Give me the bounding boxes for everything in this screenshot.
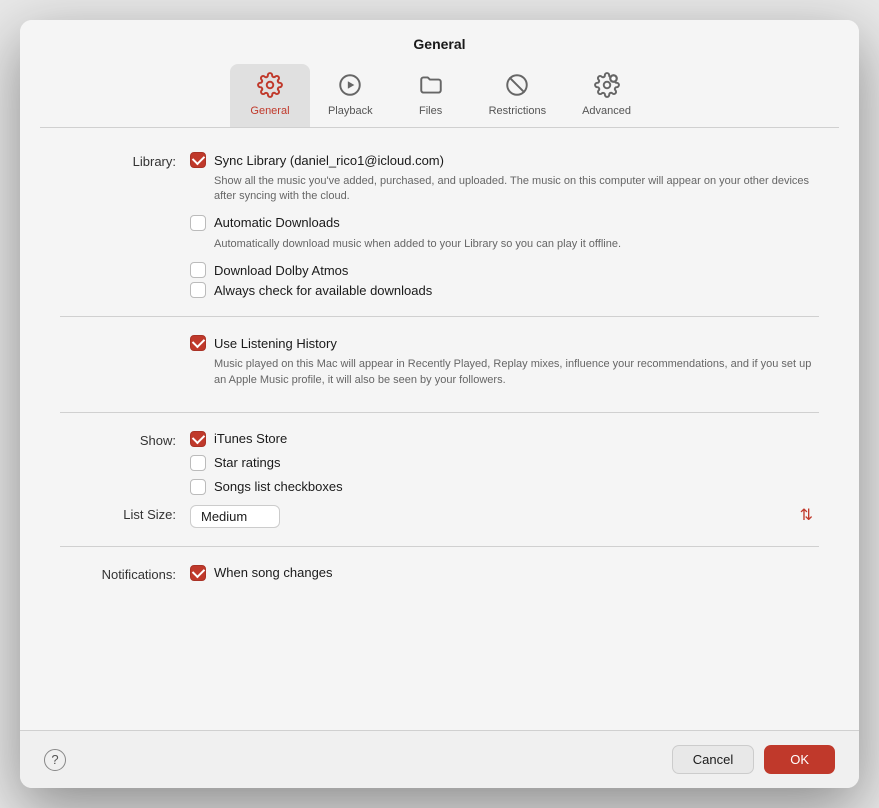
settings-content: Library: Sync Library (daniel_rico1@iclo… <box>20 128 859 730</box>
tab-files[interactable]: Files <box>391 64 471 127</box>
listening-history-text: Use Listening History <box>214 336 337 351</box>
toolbar: General Playback File <box>40 64 839 128</box>
sync-library-row: Sync Library (daniel_rico1@icloud.com) <box>190 152 819 168</box>
tab-playback[interactable]: Playback <box>310 64 391 127</box>
window-title: General <box>40 36 839 52</box>
star-ratings-text: Star ratings <box>214 455 280 470</box>
select-arrow-icon: ⇅ <box>800 508 813 524</box>
listening-history-options: Use Listening History Music played on th… <box>190 335 819 394</box>
show-options: iTunes Store Star ratings Songs list che… <box>190 431 819 495</box>
itunes-store-checkbox[interactable] <box>190 431 206 447</box>
tab-restrictions[interactable]: Restrictions <box>471 64 564 127</box>
auto-downloads-text: Automatic Downloads <box>214 215 340 230</box>
tab-advanced[interactable]: Advanced <box>564 64 649 127</box>
list-size-select[interactable]: Small Medium Large <box>190 505 280 528</box>
tab-files-label: Files <box>419 105 442 117</box>
folder-icon <box>418 72 444 102</box>
song-changes-checkbox[interactable] <box>190 565 206 581</box>
list-size-options: Small Medium Large ⇅ <box>190 505 819 528</box>
listening-history-section: Use Listening History Music played on th… <box>60 335 819 394</box>
tab-general-label: General <box>250 105 289 117</box>
dolby-atmos-checkbox[interactable] <box>190 262 206 278</box>
preferences-window: General General <box>20 20 859 788</box>
star-ratings-label[interactable]: Star ratings <box>190 455 280 471</box>
library-options: Sync Library (daniel_rico1@icloud.com) S… <box>190 152 819 298</box>
check-downloads-row: Always check for available downloads <box>190 282 819 298</box>
listening-history-label[interactable]: Use Listening History <box>190 335 337 351</box>
songs-checkboxes-text: Songs list checkboxes <box>214 479 343 494</box>
notifications-options: When song changes <box>190 565 819 581</box>
gear-icon <box>257 72 283 102</box>
show-label: Show: <box>60 431 190 448</box>
song-changes-row: When song changes <box>190 565 819 581</box>
check-downloads-text: Always check for available downloads <box>214 283 432 298</box>
notifications-section: Notifications: When song changes <box>60 565 819 582</box>
help-button[interactable]: ? <box>44 749 66 771</box>
play-icon <box>337 72 363 102</box>
library-label: Library: <box>60 152 190 169</box>
tab-advanced-label: Advanced <box>582 105 631 117</box>
divider-3 <box>60 546 819 547</box>
list-size-section: List Size: Small Medium Large ⇅ <box>60 505 819 528</box>
check-downloads-label[interactable]: Always check for available downloads <box>190 282 432 298</box>
bottom-bar: ? Cancel OK <box>20 730 859 788</box>
show-section: Show: iTunes Store Star ratings <box>60 431 819 495</box>
sync-library-label[interactable]: Sync Library (daniel_rico1@icloud.com) <box>190 152 444 168</box>
action-buttons: Cancel OK <box>672 745 835 774</box>
dolby-atmos-text: Download Dolby Atmos <box>214 263 348 278</box>
title-bar: General General <box>20 20 859 128</box>
song-changes-label[interactable]: When song changes <box>190 565 333 581</box>
songs-checkboxes-checkbox[interactable] <box>190 479 206 495</box>
star-ratings-checkbox[interactable] <box>190 455 206 471</box>
cancel-button[interactable]: Cancel <box>672 745 754 774</box>
songs-checkboxes-row: Songs list checkboxes <box>190 479 819 495</box>
itunes-store-label[interactable]: iTunes Store <box>190 431 287 447</box>
sync-library-text: Sync Library (daniel_rico1@icloud.com) <box>214 153 444 168</box>
itunes-store-row: iTunes Store <box>190 431 819 447</box>
restrict-icon <box>504 72 530 102</box>
dolby-atmos-label[interactable]: Download Dolby Atmos <box>190 262 348 278</box>
auto-downloads-label[interactable]: Automatic Downloads <box>190 215 340 231</box>
advanced-gear-icon <box>594 72 620 102</box>
listening-history-row: Use Listening History <box>190 335 819 351</box>
songs-checkboxes-label[interactable]: Songs list checkboxes <box>190 479 343 495</box>
tab-playback-label: Playback <box>328 105 373 117</box>
auto-downloads-checkbox[interactable] <box>190 215 206 231</box>
divider-2 <box>60 412 819 413</box>
library-section: Library: Sync Library (daniel_rico1@iclo… <box>60 152 819 298</box>
listening-history-spacer <box>60 335 190 337</box>
list-size-select-wrapper: Small Medium Large ⇅ <box>190 505 819 528</box>
tab-restrictions-label: Restrictions <box>489 105 546 117</box>
auto-downloads-row: Automatic Downloads <box>190 215 819 231</box>
dolby-atmos-row: Download Dolby Atmos <box>190 262 819 278</box>
sync-library-desc: Show all the music you've added, purchas… <box>214 174 819 205</box>
notifications-label: Notifications: <box>60 565 190 582</box>
sync-library-checkbox[interactable] <box>190 152 206 168</box>
itunes-store-text: iTunes Store <box>214 431 287 446</box>
check-downloads-checkbox[interactable] <box>190 282 206 298</box>
tab-general[interactable]: General <box>230 64 310 127</box>
listening-history-checkbox[interactable] <box>190 335 206 351</box>
auto-downloads-desc: Automatically download music when added … <box>214 237 819 252</box>
listening-history-desc: Music played on this Mac will appear in … <box>214 357 819 388</box>
star-ratings-row: Star ratings <box>190 455 819 471</box>
ok-button[interactable]: OK <box>764 745 835 774</box>
list-size-label: List Size: <box>60 505 190 522</box>
divider-1 <box>60 316 819 317</box>
song-changes-text: When song changes <box>214 565 333 580</box>
